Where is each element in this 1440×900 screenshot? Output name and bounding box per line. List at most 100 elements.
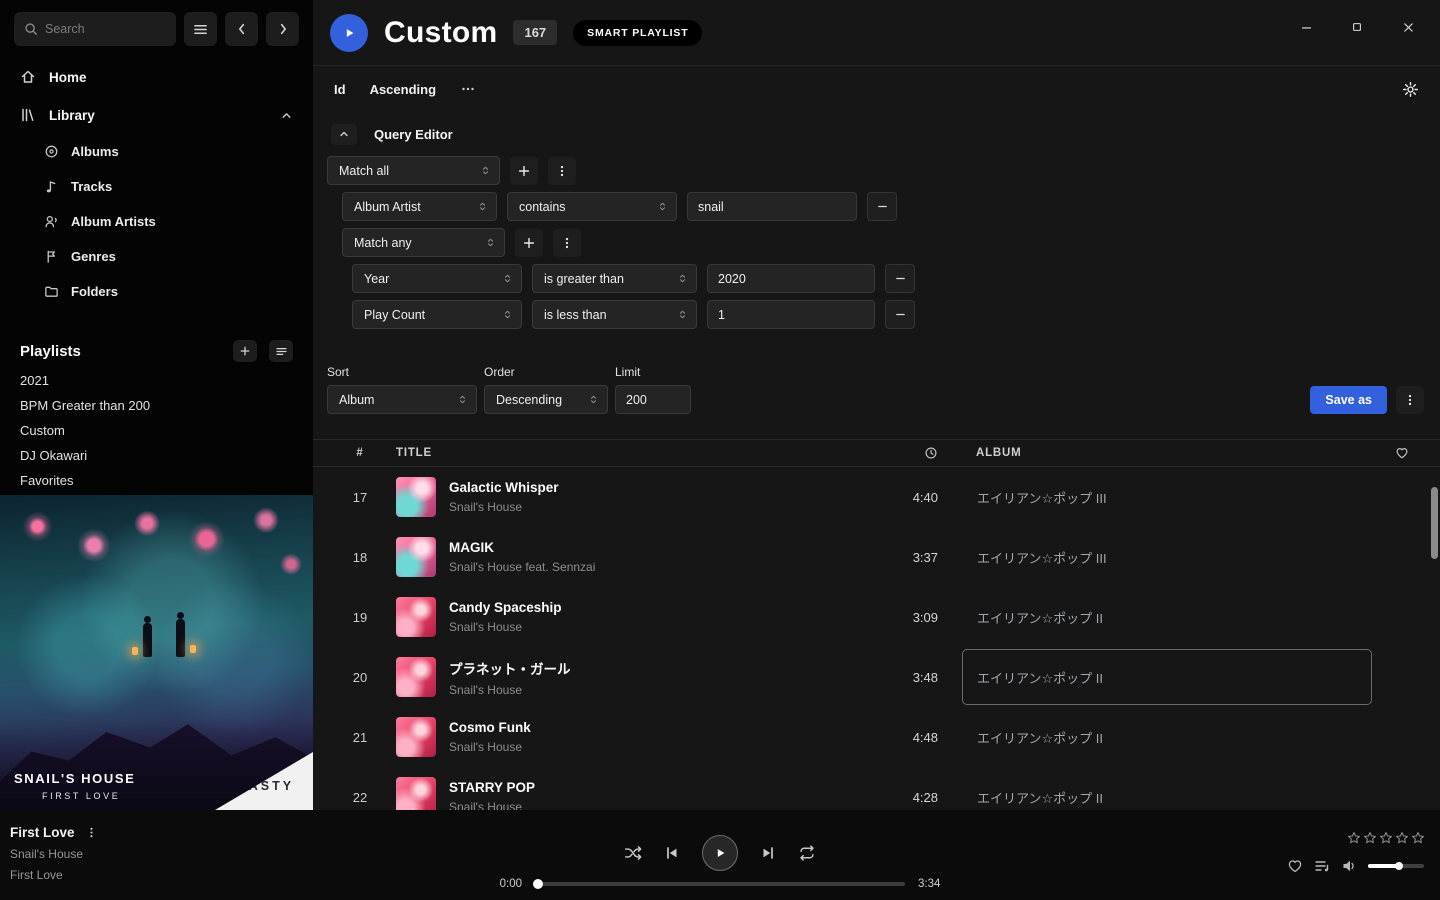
queue-icon[interactable] [1314, 858, 1330, 874]
track-row[interactable]: 17 Galactic Whisper Snail's House 4:40 エ… [313, 467, 1440, 527]
remove-rule-button[interactable] [867, 192, 897, 221]
skip-previous-icon[interactable] [664, 845, 680, 861]
remove-rule-button[interactable] [885, 264, 915, 293]
rating-star-icon[interactable] [1395, 831, 1409, 845]
sidebar-item-library[interactable]: Library [0, 96, 313, 134]
rule-value-input[interactable] [707, 300, 875, 329]
window-close-button[interactable] [1399, 18, 1417, 36]
search-input[interactable] [45, 22, 166, 36]
volume-knob[interactable] [1395, 862, 1403, 870]
rule-field-select[interactable]: Year [352, 264, 522, 293]
nav-back-button[interactable] [225, 12, 258, 46]
track-artist[interactable]: Snail's House [449, 740, 531, 754]
save-as-button[interactable]: Save as [1310, 386, 1387, 414]
track-album[interactable]: エイリアン☆ポップ III [962, 529, 1372, 585]
track-row[interactable]: 22 STARRY POP Snail's House 4:28 エイリアン☆ポ… [313, 767, 1440, 810]
column-header-index[interactable]: # [313, 447, 385, 459]
column-header-duration[interactable] [858, 446, 948, 460]
track-album[interactable]: エイリアン☆ポップ II [962, 769, 1372, 810]
sidebar-item-album-artists[interactable]: Album Artists [0, 204, 313, 239]
query-editor-collapse-button[interactable] [331, 124, 357, 145]
sidebar-item-label: Home [49, 70, 87, 85]
remove-rule-button[interactable] [885, 300, 915, 329]
volume-slider[interactable] [1368, 864, 1424, 868]
playlist-item[interactable]: Custom [0, 418, 313, 443]
rule-value-input[interactable] [687, 192, 857, 221]
track-row[interactable]: 19 Candy Spaceship Snail's House 3:09 エイ… [313, 587, 1440, 647]
rule-group-menu-button[interactable] [548, 157, 576, 185]
menu-button[interactable] [184, 12, 217, 46]
now-playing-menu-icon[interactable] [85, 826, 98, 839]
volume-icon[interactable] [1341, 858, 1357, 874]
vertical-scrollbar-thumb[interactable] [1431, 487, 1438, 559]
track-artist[interactable]: Snail's House [449, 620, 562, 634]
track-artist[interactable]: Snail's House [449, 500, 559, 514]
playlist-item[interactable]: 2021 [0, 368, 313, 393]
track-row[interactable]: 20 プラネット・ガール Snail's House 3:48 エイリアン☆ポッ… [313, 647, 1440, 707]
rule-field-select[interactable]: Play Count [352, 300, 522, 329]
window-minimize-button[interactable] [1297, 18, 1315, 36]
chevron-up-icon[interactable] [280, 109, 293, 122]
favorite-heart-icon[interactable] [1287, 858, 1303, 874]
rule-value-input[interactable] [707, 264, 875, 293]
add-playlist-button[interactable] [233, 340, 257, 362]
column-header-favorite[interactable] [1384, 446, 1440, 460]
sidebar-item-folders[interactable]: Folders [0, 274, 313, 309]
save-menu-button[interactable] [1396, 386, 1424, 414]
rule-group-menu-button[interactable] [553, 229, 581, 257]
seek-knob[interactable] [533, 879, 543, 889]
track-artist[interactable]: Snail's House [449, 800, 535, 810]
track-album[interactable]: エイリアン☆ポップ II [962, 589, 1372, 645]
sidebar-item-tracks[interactable]: Tracks [0, 169, 313, 204]
sort-field-button[interactable]: Id [334, 82, 346, 97]
skip-next-icon[interactable] [760, 845, 776, 861]
track-duration: 4:40 [858, 490, 948, 505]
playlist-item[interactable]: BPM Greater than 200 [0, 393, 313, 418]
rating-star-icon[interactable] [1411, 831, 1425, 845]
add-rule-button[interactable] [510, 157, 538, 185]
limit-input[interactable] [615, 385, 691, 414]
play-pause-button[interactable] [702, 835, 738, 871]
group-match-type-select[interactable]: Match any [342, 228, 505, 257]
sort-direction-button[interactable]: Ascending [370, 82, 436, 97]
track-row[interactable]: 18 MAGIK Snail's House feat. Sennzai 3:3… [313, 527, 1440, 587]
now-playing-artist[interactable]: Snail's House [10, 847, 98, 861]
match-type-select[interactable]: Match all [327, 156, 500, 185]
column-header-album[interactable]: ALBUM [948, 447, 1384, 459]
playlist-list-button[interactable] [269, 340, 293, 362]
window-maximize-button[interactable] [1348, 18, 1366, 36]
sidebar-item-label: Album Artists [71, 214, 156, 229]
track-artist[interactable]: Snail's House [449, 683, 571, 697]
nav-forward-button[interactable] [266, 12, 299, 46]
playlist-item[interactable]: DJ Okawari [0, 443, 313, 468]
sidebar-item-albums[interactable]: Albums [0, 134, 313, 169]
now-playing-album[interactable]: First Love [10, 868, 98, 882]
rating-star-icon[interactable] [1347, 831, 1361, 845]
track-album[interactable]: エイリアン☆ポップ II [962, 649, 1372, 705]
sort-select[interactable]: Album [327, 385, 477, 414]
playlist-item[interactable]: Favorites [0, 468, 313, 493]
rule-operator-select[interactable]: is greater than [532, 264, 697, 293]
order-select[interactable]: Descending [484, 385, 608, 414]
gear-icon[interactable] [1402, 81, 1419, 98]
more-options-icon[interactable] [460, 81, 476, 97]
seek-slider[interactable] [535, 882, 905, 886]
track-album[interactable]: エイリアン☆ポップ III [962, 469, 1372, 525]
now-playing-artwork[interactable]: SNAIL'S HOUSE FIRST LOVE TASTY [0, 495, 313, 810]
sidebar-item-home[interactable]: Home [0, 58, 313, 96]
track-album[interactable]: エイリアン☆ポップ II [962, 709, 1372, 765]
shuffle-icon[interactable] [624, 844, 642, 862]
column-header-title[interactable]: TITLE [385, 447, 858, 459]
rule-operator-select[interactable]: is less than [532, 300, 697, 329]
play-playlist-button[interactable] [330, 14, 368, 52]
rating-star-icon[interactable] [1379, 831, 1393, 845]
track-row[interactable]: 21 Cosmo Funk Snail's House 4:48 エイリアン☆ポ… [313, 707, 1440, 767]
add-rule-button[interactable] [515, 229, 543, 257]
repeat-icon[interactable] [798, 844, 816, 862]
now-playing-title[interactable]: First Love [10, 825, 75, 840]
sidebar-item-genres[interactable]: Genres [0, 239, 313, 274]
rule-field-select[interactable]: Album Artist [342, 192, 497, 221]
rule-operator-select[interactable]: contains [507, 192, 677, 221]
rating-star-icon[interactable] [1363, 831, 1377, 845]
track-artist[interactable]: Snail's House feat. Sennzai [449, 560, 595, 574]
